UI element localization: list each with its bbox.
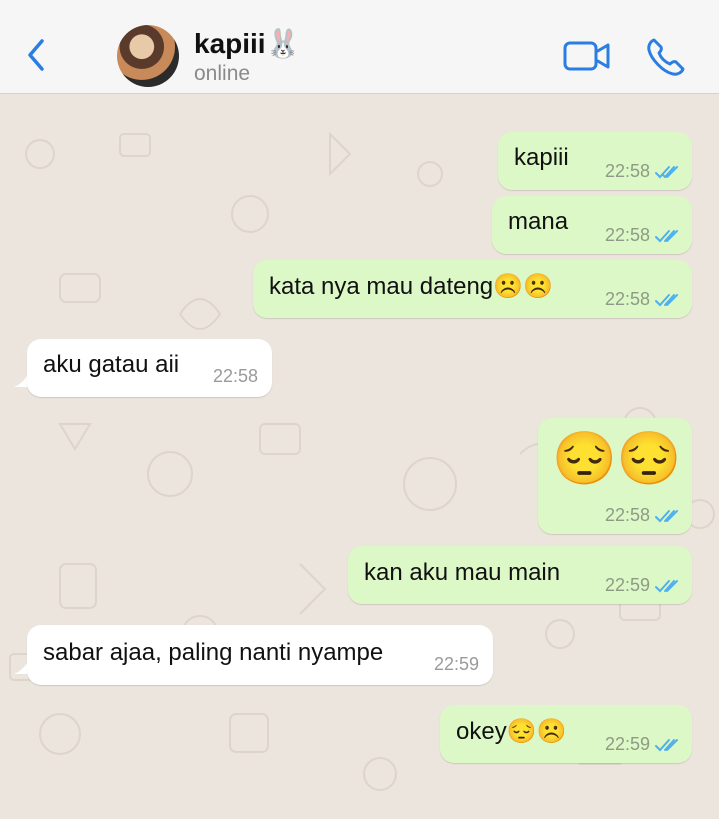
double-check-icon bbox=[655, 229, 678, 242]
message-time: 22:58 bbox=[212, 366, 258, 386]
message-bubble-outgoing[interactable]: kan aku mau main 22:59 bbox=[348, 546, 692, 604]
message-text: 😔😔 bbox=[552, 430, 682, 488]
message-time: 22:58 bbox=[604, 161, 650, 181]
message-bubble-incoming[interactable]: sabar ajaa, paling nanti nyampe 22:59 bbox=[27, 625, 493, 685]
double-check-icon bbox=[655, 165, 678, 178]
message-text: aku gatau aii bbox=[43, 351, 180, 378]
avatar[interactable] bbox=[117, 25, 179, 87]
double-check-icon bbox=[655, 509, 678, 522]
message-meta: 22:59 bbox=[605, 734, 682, 755]
double-check-icon bbox=[655, 738, 678, 751]
message-meta: 22:59 bbox=[605, 575, 682, 596]
message-bubble-outgoing[interactable]: okey😔☹️ 22:59 bbox=[440, 705, 692, 763]
video-camera-icon[interactable] bbox=[563, 38, 611, 74]
message-meta: 22:58 bbox=[605, 505, 682, 526]
message-text: sabar ajaa, paling nanti nyampe bbox=[43, 639, 384, 666]
message-bubble-outgoing[interactable]: mana 22:58 bbox=[492, 196, 692, 254]
message-text: okey😔☹️ bbox=[456, 718, 567, 745]
chat-header: kapiii🐰 online bbox=[0, 0, 719, 94]
message-meta: 22:58 bbox=[605, 161, 682, 182]
message-meta: 22:58 bbox=[213, 366, 258, 387]
message-text: mana bbox=[508, 208, 569, 235]
message-text: kapiii bbox=[514, 144, 569, 171]
double-check-icon bbox=[655, 293, 678, 306]
message-meta: 22:58 bbox=[605, 289, 682, 310]
message-time: 22:59 bbox=[433, 654, 479, 674]
message-time: 22:58 bbox=[604, 505, 650, 525]
message-time: 22:58 bbox=[604, 289, 650, 309]
message-bubble-incoming[interactable]: aku gatau aii 22:58 bbox=[27, 339, 272, 397]
message-meta: 22:59 bbox=[434, 654, 479, 675]
phone-icon[interactable] bbox=[645, 36, 687, 78]
message-bubble-outgoing[interactable]: 😔😔 22:58 bbox=[538, 418, 692, 534]
message-time: 22:59 bbox=[604, 575, 650, 595]
contact-name[interactable]: kapiii🐰 bbox=[194, 27, 300, 60]
message-meta: 22:58 bbox=[605, 225, 682, 246]
message-bubble-outgoing[interactable]: kata nya mau dateng☹️☹️ 22:58 bbox=[253, 260, 692, 318]
contact-status: online bbox=[194, 62, 251, 85]
chat-area[interactable]: kapiii 22:58 mana 22:58 kata nya mau dat… bbox=[0, 94, 719, 819]
message-time: 22:58 bbox=[604, 225, 650, 245]
message-text: kan aku mau main bbox=[364, 559, 561, 586]
chevron-left-icon[interactable] bbox=[22, 37, 52, 73]
message-time: 22:59 bbox=[604, 734, 650, 754]
message-text: kata nya mau dateng☹️☹️ bbox=[269, 273, 553, 300]
message-bubble-outgoing[interactable]: kapiii 22:58 bbox=[498, 132, 692, 190]
double-check-icon bbox=[655, 579, 678, 592]
